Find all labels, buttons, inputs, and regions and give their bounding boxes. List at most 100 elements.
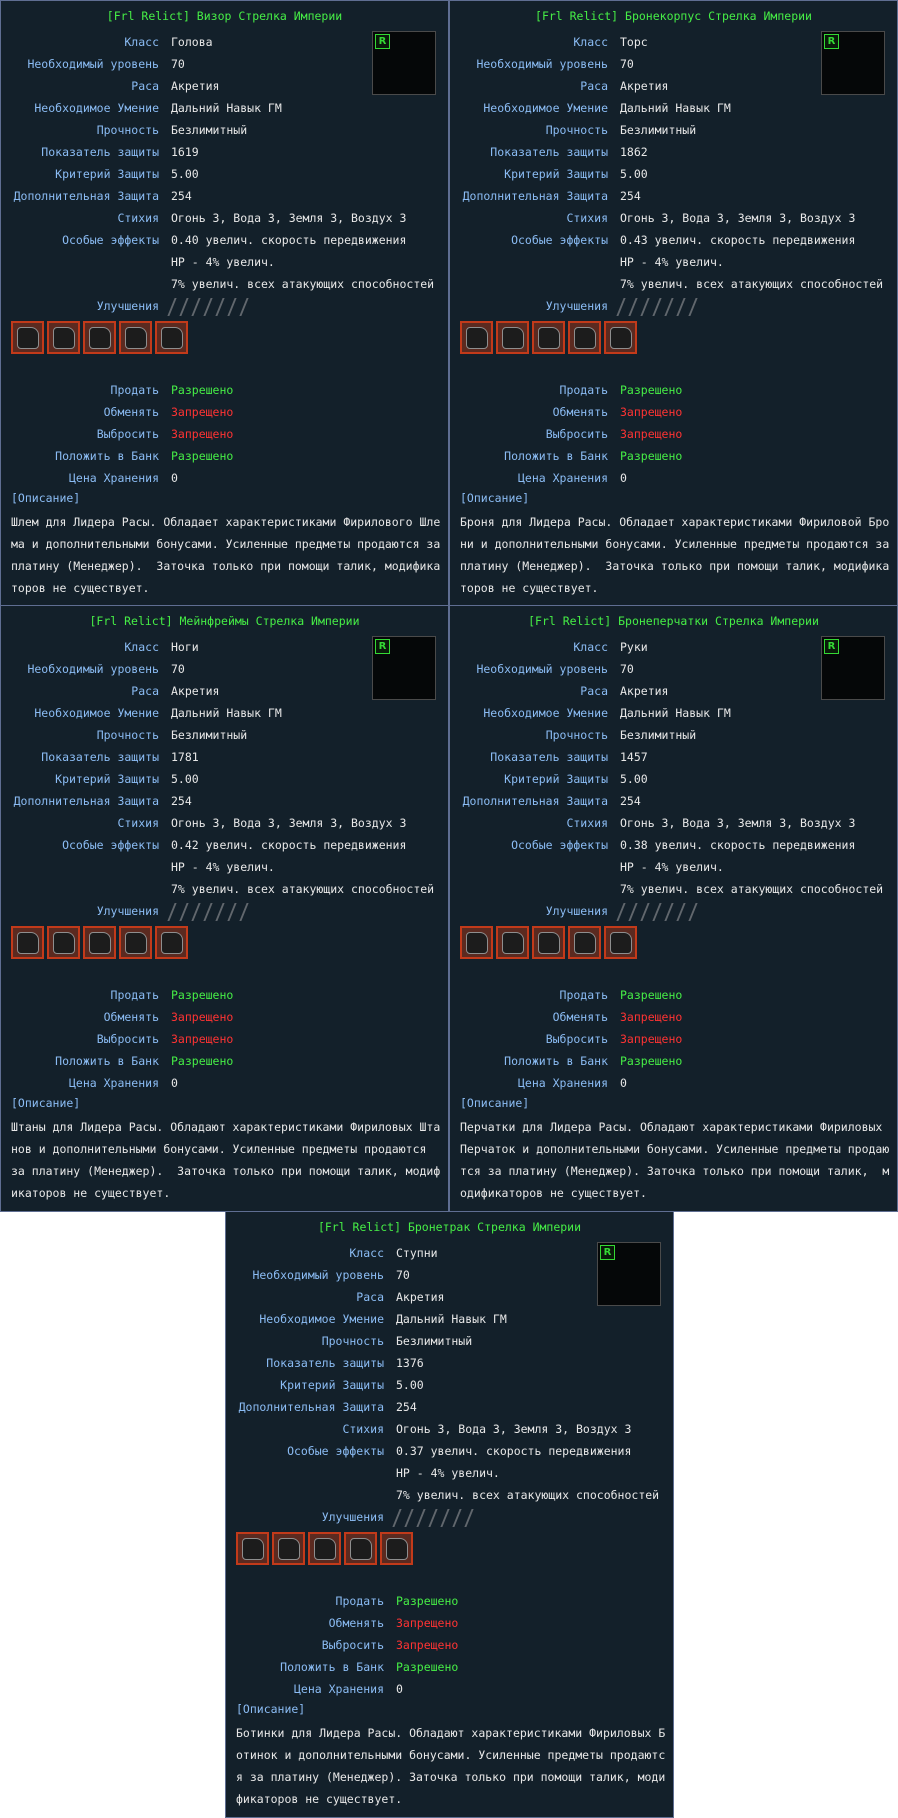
label-upgrades: Улучшения bbox=[545, 904, 608, 918]
set-armor-icon[interactable] bbox=[47, 926, 80, 959]
set-helmet-icon[interactable] bbox=[460, 321, 493, 354]
label-skill: Необходимое Умение bbox=[34, 706, 159, 720]
set-gloves-icon[interactable] bbox=[119, 321, 152, 354]
item-card: [Frl Relict] Мейнфреймы Стрелка Империи … bbox=[0, 605, 449, 1212]
set-items bbox=[236, 1532, 413, 1565]
set-helmet-icon[interactable] bbox=[460, 926, 493, 959]
description-header: [Описание] bbox=[460, 491, 530, 505]
set-helmet-icon[interactable] bbox=[236, 1532, 269, 1565]
set-pants-icon[interactable] bbox=[83, 926, 116, 959]
item-card: [Frl Relict] Визор Стрелка Империи R Кла… bbox=[0, 0, 449, 606]
value-extra-defense: 254 bbox=[171, 794, 192, 808]
set-armor-icon[interactable] bbox=[47, 321, 80, 354]
value-bank: Разрешено bbox=[396, 1660, 459, 1674]
label-durability: Прочность bbox=[545, 728, 608, 742]
value-skill: Дальний Навык ГМ bbox=[620, 101, 731, 115]
label-race: Раса bbox=[580, 79, 608, 93]
description-header: [Описание] bbox=[236, 1702, 306, 1716]
upgrade-slot-icons bbox=[167, 297, 257, 316]
label-storage: Цена Хранения bbox=[293, 1682, 384, 1696]
value-element: Огонь 3, Вода 3, Земля 3, Воздух 3 bbox=[171, 211, 407, 225]
label-extra-defense: Дополнительная Защита bbox=[13, 189, 159, 203]
label-bank: Положить в Банк bbox=[55, 1054, 159, 1068]
value-class: Торс bbox=[620, 35, 648, 49]
upgrade-slot-icons bbox=[167, 902, 257, 921]
label-element: Стихия bbox=[117, 816, 159, 830]
label-bank: Положить в Банк bbox=[55, 449, 159, 463]
label-trade: Обменять bbox=[103, 1010, 159, 1024]
value-skill: Дальний Навык ГМ bbox=[396, 1312, 507, 1326]
set-items bbox=[460, 926, 637, 959]
set-boots-icon[interactable] bbox=[155, 321, 188, 354]
value-extra-defense: 254 bbox=[620, 794, 641, 808]
value-bank: Разрешено bbox=[171, 1054, 234, 1068]
value-element: Огонь 3, Вода 3, Земля 3, Воздух 3 bbox=[396, 1422, 632, 1436]
value-element: Огонь 3, Вода 3, Земля 3, Воздух 3 bbox=[171, 816, 407, 830]
value-effect-speed: 0.40 увелич. скорость передвижения bbox=[171, 233, 407, 247]
label-trade: Обменять bbox=[328, 1616, 384, 1630]
set-pants-icon[interactable] bbox=[83, 321, 116, 354]
set-armor-icon[interactable] bbox=[496, 321, 529, 354]
value-race: Акретия bbox=[171, 79, 220, 93]
value-sell: Разрешено bbox=[171, 988, 234, 1002]
value-sell: Разрешено bbox=[620, 383, 683, 397]
set-gloves-icon[interactable] bbox=[568, 926, 601, 959]
value-defense: 1457 bbox=[620, 750, 648, 764]
set-gloves-icon[interactable] bbox=[119, 926, 152, 959]
label-effects: Особые эффекты bbox=[287, 1444, 384, 1458]
value-drop: Запрещено bbox=[171, 427, 234, 441]
set-gloves-icon[interactable] bbox=[344, 1532, 377, 1565]
value-level: 70 bbox=[620, 57, 634, 71]
value-durability: Безлимитный bbox=[171, 123, 248, 137]
value-effect-speed: 0.37 увелич. скорость передвижения bbox=[396, 1444, 632, 1458]
label-upgrades: Улучшения bbox=[545, 299, 608, 313]
value-effect-hp: HP - 4% увелич. bbox=[171, 860, 275, 874]
value-level: 70 bbox=[620, 662, 634, 676]
set-pants-icon[interactable] bbox=[308, 1532, 341, 1565]
set-helmet-icon[interactable] bbox=[11, 321, 44, 354]
value-durability: Безлимитный bbox=[620, 123, 697, 137]
set-boots-icon[interactable] bbox=[604, 926, 637, 959]
set-pants-icon[interactable] bbox=[532, 926, 565, 959]
set-armor-icon[interactable] bbox=[272, 1532, 305, 1565]
label-race: Раса bbox=[356, 1290, 384, 1304]
value-trade: Запрещено bbox=[620, 405, 683, 419]
value-effect-attack: 7% увелич. всех атакующих способностей bbox=[620, 882, 884, 896]
value-bank: Разрешено bbox=[171, 449, 234, 463]
description-text: Шлем для Лидера Расы. Обладает характери… bbox=[11, 515, 448, 595]
value-sell: Разрешено bbox=[171, 383, 234, 397]
description-header: [Описание] bbox=[11, 491, 81, 505]
value-drop: Запрещено bbox=[620, 427, 683, 441]
value-race: Акретия bbox=[620, 79, 669, 93]
label-defense: Показатель защиты bbox=[490, 750, 608, 764]
label-level: Необходимый уровень bbox=[252, 1268, 384, 1282]
label-sell: Продать bbox=[110, 383, 159, 397]
label-skill: Необходимое Умение bbox=[34, 101, 159, 115]
value-class: Голова bbox=[171, 35, 213, 49]
label-class: Класс bbox=[573, 35, 608, 49]
label-class: Класс bbox=[349, 1246, 384, 1260]
label-defense: Показатель защиты bbox=[41, 145, 159, 159]
set-boots-icon[interactable] bbox=[604, 321, 637, 354]
set-helmet-icon[interactable] bbox=[11, 926, 44, 959]
set-armor-icon[interactable] bbox=[496, 926, 529, 959]
label-upgrades: Улучшения bbox=[96, 299, 159, 313]
set-boots-icon[interactable] bbox=[380, 1532, 413, 1565]
label-crit: Критерий Защиты bbox=[504, 167, 608, 181]
set-boots-icon[interactable] bbox=[155, 926, 188, 959]
value-level: 70 bbox=[396, 1268, 410, 1282]
description-text: Броня для Лидера Расы. Обладает характер… bbox=[460, 515, 897, 595]
value-effect-hp: HP - 4% увелич. bbox=[171, 255, 275, 269]
item-title: [Frl Relict] Бронекорпус Стрелка Империи bbox=[535, 9, 812, 23]
value-element: Огонь 3, Вода 3, Земля 3, Воздух 3 bbox=[620, 816, 856, 830]
label-class: Класс bbox=[124, 640, 159, 654]
label-extra-defense: Дополнительная Защита bbox=[462, 794, 608, 808]
label-skill: Необходимое Умение bbox=[259, 1312, 384, 1326]
label-storage: Цена Хранения bbox=[517, 471, 608, 485]
value-level: 70 bbox=[171, 662, 185, 676]
set-pants-icon[interactable] bbox=[532, 321, 565, 354]
upgrade-slots bbox=[616, 900, 706, 922]
set-gloves-icon[interactable] bbox=[568, 321, 601, 354]
item-title: [Frl Relict] Визор Стрелка Империи bbox=[106, 9, 343, 23]
label-sell: Продать bbox=[110, 988, 159, 1002]
